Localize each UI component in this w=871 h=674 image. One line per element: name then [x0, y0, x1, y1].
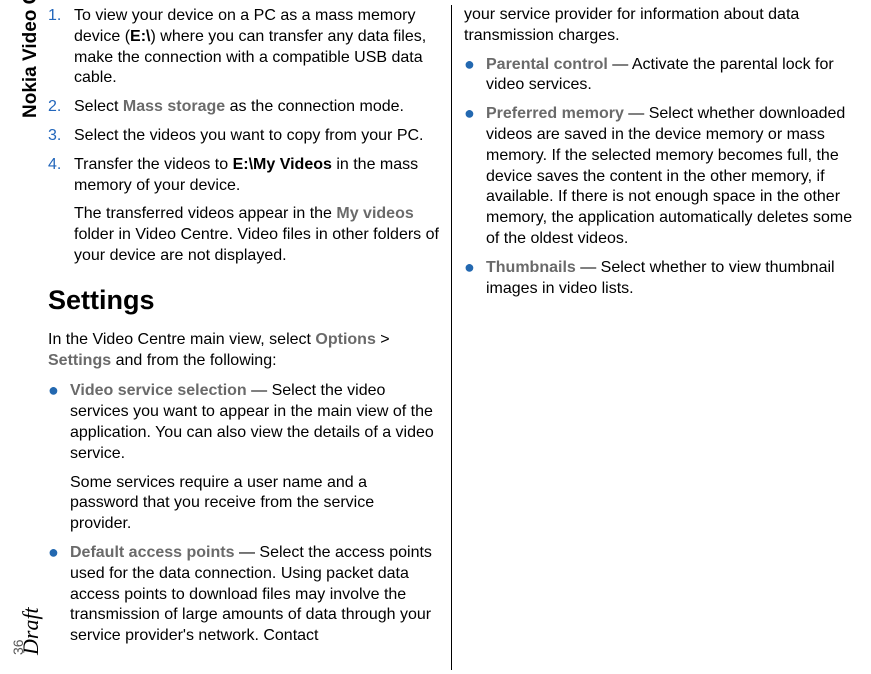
options-label: Options	[315, 331, 375, 348]
step-text: Select Mass storage as the connection mo…	[74, 97, 439, 118]
mass-storage-label: Mass storage	[123, 98, 225, 115]
chapter-title: Nokia Video Centre	[20, 0, 42, 118]
step-4-note: The transferred videos appear in the My …	[74, 204, 439, 266]
page-number: 36	[10, 639, 26, 655]
step-1: 1. To view your device on a PC as a mass…	[48, 6, 439, 89]
bullet-icon: ●	[48, 543, 70, 647]
video-service-note: Some services require a user name and a …	[70, 473, 439, 535]
settings-heading: Settings	[48, 285, 439, 316]
path-label: E:\My Videos	[233, 156, 332, 173]
drive-label: E:\	[130, 28, 150, 45]
step-number: 4.	[48, 155, 74, 197]
continuation-text: your service provider for information ab…	[464, 5, 855, 47]
settings-items-left: ● Video service selection — Select the v…	[48, 381, 439, 464]
settings-label: Settings	[48, 352, 111, 369]
step-text: Transfer the videos to E:\My Videos in t…	[74, 155, 439, 197]
step-text: Select the videos you want to copy from …	[74, 126, 439, 147]
content-columns: 1. To view your device on a PC as a mass…	[48, 5, 868, 670]
step-number: 1.	[48, 6, 74, 89]
step-2: 2. Select Mass storage as the connection…	[48, 97, 439, 118]
step-number: 3.	[48, 126, 74, 147]
settings-items-left-2: ● Default access points — Select the acc…	[48, 543, 439, 647]
preferred-memory-label: Preferred memory	[486, 105, 624, 122]
sidebar: Nokia Video Centre Draft 36	[0, 0, 45, 674]
default-access-points-item: ● Default access points — Select the acc…	[48, 543, 439, 647]
step-number: 2.	[48, 97, 74, 118]
step-3: 3. Select the videos you want to copy fr…	[48, 126, 439, 147]
parental-control-label: Parental control	[486, 56, 608, 73]
default-access-points-label: Default access points	[70, 544, 235, 561]
video-service-selection-item: ● Video service selection — Select the v…	[48, 381, 439, 464]
settings-intro: In the Video Centre main view, select Op…	[48, 330, 439, 372]
left-column: 1. To view your device on a PC as a mass…	[48, 5, 451, 670]
right-column: your service provider for information ab…	[452, 5, 855, 670]
video-service-selection-label: Video service selection	[70, 382, 247, 399]
bullet-icon: ●	[464, 258, 486, 300]
steps-list: 1. To view your device on a PC as a mass…	[48, 6, 439, 196]
settings-items-right: ● Parental control — Activate the parent…	[464, 55, 855, 300]
bullet-icon: ●	[48, 381, 70, 464]
parental-control-item: ● Parental control — Activate the parent…	[464, 55, 855, 97]
preferred-memory-item: ● Preferred memory — Select whether down…	[464, 104, 855, 250]
step-text: To view your device on a PC as a mass me…	[74, 6, 439, 89]
thumbnails-item: ● Thumbnails — Select whether to view th…	[464, 258, 855, 300]
bullet-icon: ●	[464, 55, 486, 97]
bullet-icon: ●	[464, 104, 486, 250]
my-videos-label: My videos	[336, 205, 413, 222]
step-4: 4. Transfer the videos to E:\My Videos i…	[48, 155, 439, 197]
thumbnails-label: Thumbnails	[486, 259, 576, 276]
